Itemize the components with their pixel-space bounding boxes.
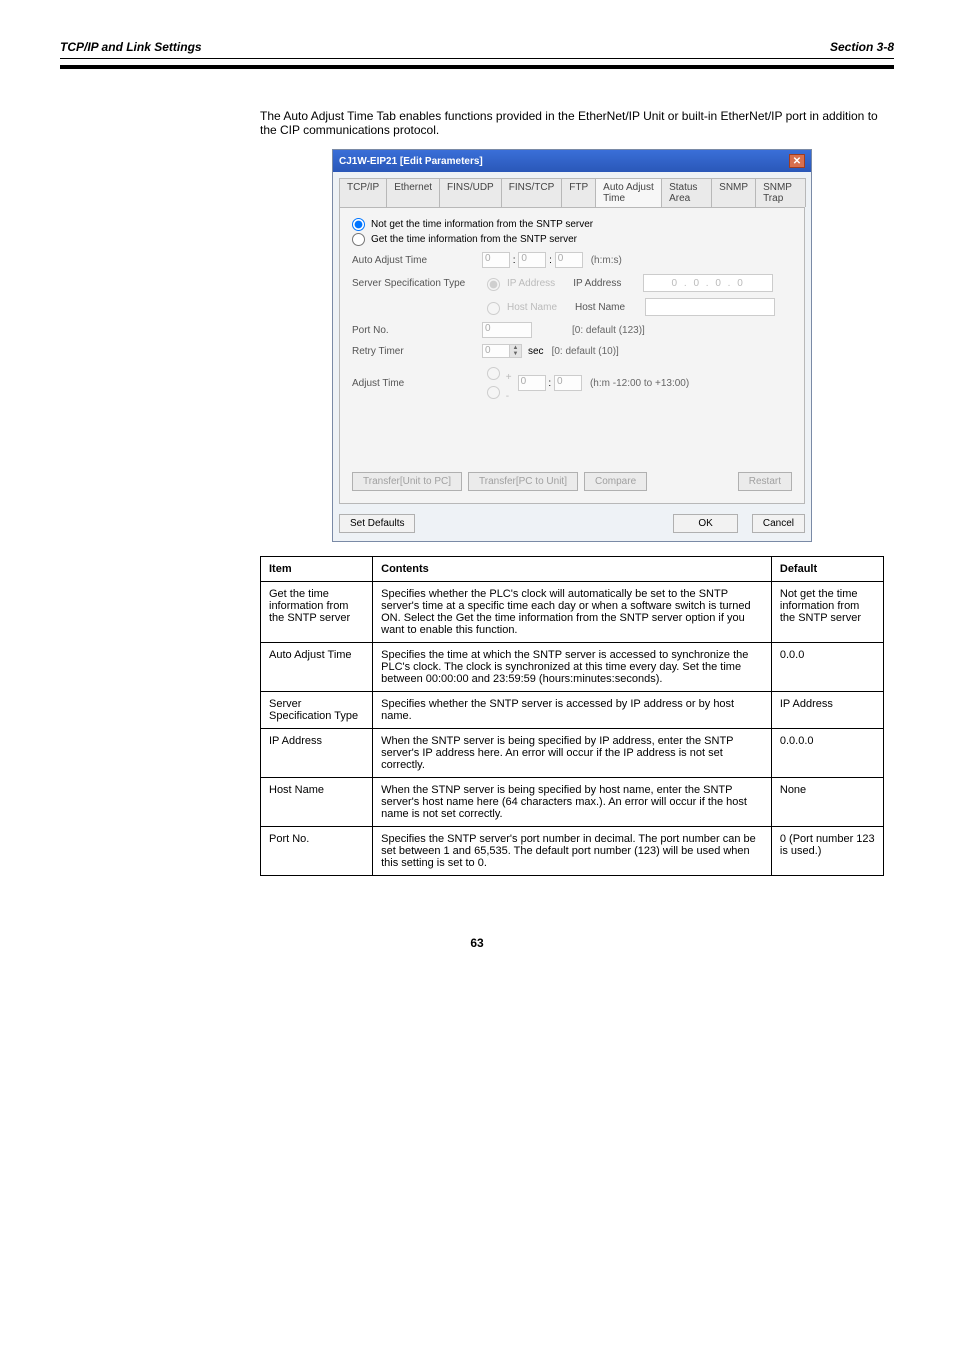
retry-hint: [0: default (10)]: [552, 346, 619, 357]
cell-content: When the STNP server is being specified …: [373, 778, 772, 827]
radio-host-name[interactable]: [487, 302, 500, 315]
tab-pane: Not get the time information from the SN…: [339, 207, 805, 504]
radio-get[interactable]: [352, 233, 365, 246]
adjust-plus[interactable]: [487, 367, 500, 380]
cell-content: Specifies the SNTP server's port number …: [373, 827, 772, 876]
set-defaults-button[interactable]: Set Defaults: [339, 514, 415, 533]
auto-adjust-m[interactable]: 0: [518, 252, 546, 268]
adjust-minus[interactable]: [487, 386, 500, 399]
cell-item: Host Name: [261, 778, 373, 827]
retry-unit: sec: [528, 346, 544, 357]
th-default: Default: [771, 557, 883, 582]
tab-finsudp[interactable]: FINS/UDP: [439, 178, 502, 207]
cell-content: Specifies the time at which the SNTP ser…: [373, 643, 772, 692]
cell-content: Specifies whether the SNTP server is acc…: [373, 692, 772, 729]
tab-strip: TCP/IP Ethernet FINS/UDP FINS/TCP FTP Au…: [333, 172, 811, 207]
dialog-window: CJ1W-EIP21 [Edit Parameters] ✕ TCP/IP Et…: [332, 149, 812, 542]
cell-item: Port No.: [261, 827, 373, 876]
tab-status-area[interactable]: Status Area: [661, 178, 712, 207]
table-row: IP Address When the SNTP server is being…: [261, 729, 884, 778]
auto-adjust-unit: (h:m:s): [591, 255, 622, 266]
tab-auto-adjust-time[interactable]: Auto Adjust Time: [595, 178, 662, 207]
table-row: Server Specification Type Specifies whet…: [261, 692, 884, 729]
port-no-label: Port No.: [352, 325, 482, 336]
adjust-label: Adjust Time: [352, 378, 482, 389]
table-row: Host Name When the STNP server is being …: [261, 778, 884, 827]
tab-ftp[interactable]: FTP: [561, 178, 596, 207]
cell-content: Specifies whether the PLC's clock will a…: [373, 582, 772, 643]
ok-button[interactable]: OK: [673, 514, 737, 533]
transfer-pc-to-unit-button[interactable]: Transfer[PC to Unit]: [468, 472, 578, 491]
server-spec-label: Server Specification Type: [352, 278, 482, 289]
host-name-label: Host Name: [575, 302, 645, 313]
cell-default: 0.0.0: [771, 643, 883, 692]
restart-button[interactable]: Restart: [738, 472, 792, 491]
cell-item: Get the time information from the SNTP s…: [261, 582, 373, 643]
th-contents: Contents: [373, 557, 772, 582]
table-row: Get the time information from the SNTP s…: [261, 582, 884, 643]
header-left: TCP/IP and Link Settings: [60, 40, 202, 54]
page-number: 63: [60, 936, 894, 950]
radio-not-get-label: Not get the time information from the SN…: [371, 219, 593, 230]
header-right: Section 3-8: [830, 40, 894, 54]
cell-default: Not get the time information from the SN…: [771, 582, 883, 643]
radio-ip-label: IP Address: [507, 278, 555, 289]
tab-snmp[interactable]: SNMP: [711, 178, 756, 207]
radio-host-label: Host Name: [507, 302, 557, 313]
dialog-titlebar: CJ1W-EIP21 [Edit Parameters] ✕: [333, 150, 811, 172]
cell-default: IP Address: [771, 692, 883, 729]
auto-adjust-h[interactable]: 0: [482, 252, 510, 268]
rule-thick: [60, 65, 894, 69]
ip-address-input[interactable]: 0 . 0 . 0 . 0: [643, 274, 773, 292]
retry-label: Retry Timer: [352, 346, 482, 357]
cell-item: Auto Adjust Time: [261, 643, 373, 692]
port-no-input[interactable]: 0: [482, 322, 532, 338]
compare-button[interactable]: Compare: [584, 472, 647, 491]
cell-default: None: [771, 778, 883, 827]
th-item: Item: [261, 557, 373, 582]
host-name-input[interactable]: [645, 298, 775, 316]
retry-input[interactable]: 0 ▲▼: [482, 344, 522, 358]
tab-tcpip[interactable]: TCP/IP: [339, 178, 387, 207]
auto-adjust-label: Auto Adjust Time: [352, 255, 482, 266]
adjust-h[interactable]: 0: [518, 375, 546, 391]
cell-default: 0.0.0.0: [771, 729, 883, 778]
rule-thin: [60, 58, 894, 59]
auto-adjust-s[interactable]: 0: [555, 252, 583, 268]
intro-text: The Auto Adjust Time Tab enables functio…: [260, 109, 884, 137]
radio-ip-address[interactable]: [487, 278, 500, 291]
dialog-title: CJ1W-EIP21 [Edit Parameters]: [339, 156, 483, 167]
transfer-unit-to-pc-button[interactable]: Transfer[Unit to PC]: [352, 472, 462, 491]
adjust-m[interactable]: 0: [554, 375, 582, 391]
radio-not-get[interactable]: [352, 218, 365, 231]
cell-default: 0 (Port number 123 is used.): [771, 827, 883, 876]
adjust-hint: (h:m -12:00 to +13:00): [590, 378, 689, 389]
tab-snmp-trap[interactable]: SNMP Trap: [755, 178, 806, 207]
close-icon[interactable]: ✕: [789, 154, 805, 168]
settings-table: Item Contents Default Get the time infor…: [260, 556, 884, 876]
tab-finstcp[interactable]: FINS/TCP: [501, 178, 563, 207]
cancel-button[interactable]: Cancel: [752, 514, 805, 533]
cell-item: Server Specification Type: [261, 692, 373, 729]
cell-item: IP Address: [261, 729, 373, 778]
radio-get-label: Get the time information from the SNTP s…: [371, 234, 577, 245]
table-row: Auto Adjust Time Specifies the time at w…: [261, 643, 884, 692]
port-no-hint: [0: default (123)]: [572, 325, 645, 336]
spinner-down-icon[interactable]: ▼: [510, 351, 521, 357]
table-row: Port No. Specifies the SNTP server's por…: [261, 827, 884, 876]
cell-content: When the SNTP server is being specified …: [373, 729, 772, 778]
ip-address-label: IP Address: [573, 278, 643, 289]
tab-ethernet[interactable]: Ethernet: [386, 178, 440, 207]
